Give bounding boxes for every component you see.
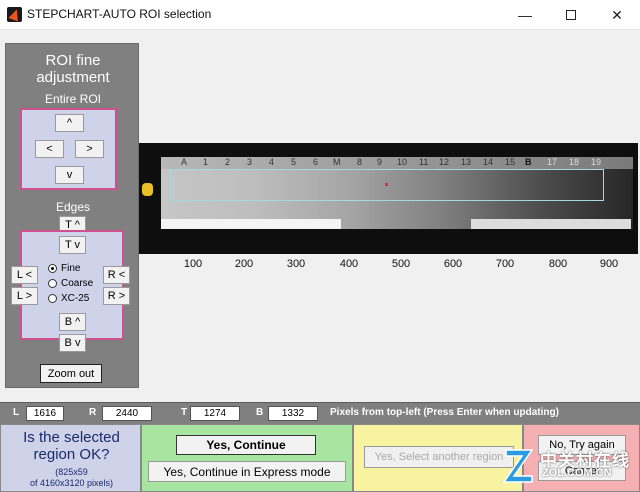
ruler-mark: 11 (419, 157, 429, 167)
bottom-coord-label: B (256, 407, 264, 418)
entire-left-button[interactable]: < (35, 140, 64, 158)
zoom-out-button[interactable]: Zoom out (40, 364, 102, 383)
left-coord-label: L (13, 407, 20, 418)
bottom-edge-down-button[interactable]: B v (59, 334, 86, 352)
close-button[interactable]: ✕ (594, 0, 640, 30)
ruler-mark: 9 (377, 157, 383, 167)
ruler-mark: 8 (357, 157, 363, 167)
axis-tick-label: 100 (183, 258, 203, 270)
question-line1: Is the selected (23, 429, 120, 446)
entire-down-button[interactable]: v (55, 166, 84, 184)
radio-fine-label: Fine (61, 263, 81, 274)
ruler-mark: 14 (483, 157, 494, 167)
question-panel: Is the selected region OK? (825x59 of 41… (0, 424, 141, 492)
right-edge-left-button[interactable]: R < (103, 266, 130, 284)
ruler-mark: 5 (291, 157, 297, 167)
radio-xc25-label: XC-25 (61, 293, 90, 304)
roi-size-line1: (825x59 (55, 467, 88, 477)
entire-roi-box: ^ < > v (20, 108, 117, 190)
window-title: STEPCHART-AUTO ROI selection (27, 7, 212, 21)
title-bar: STEPCHART-AUTO ROI selection — ✕ (0, 0, 640, 30)
entire-up-button[interactable]: ^ (55, 114, 84, 132)
radio-selected-icon (48, 264, 57, 273)
roi-center-marker (385, 183, 388, 186)
ruler-mark: A (181, 157, 188, 167)
axis-tick-label: 300 (286, 258, 306, 270)
ruler-mark: 4 (269, 157, 275, 167)
axis-tick-label: 500 (391, 258, 411, 270)
watermark-en: ZOL.COM.CN (542, 467, 612, 479)
ruler-mark: 19 (591, 157, 602, 167)
select-another-panel: Yes, Select another region (353, 424, 523, 492)
bottom-edge-up-button[interactable]: B ^ (59, 313, 86, 331)
axis-tick-label: 200 (234, 258, 254, 270)
radio-xc25[interactable]: XC-25 (48, 293, 89, 304)
top-edge-down-button[interactable]: T v (59, 236, 86, 254)
chart-ruler: A 1 2 3 4 5 6 M 8 9 10 11 12 13 14 15 B … (161, 157, 633, 169)
image-x-axis: 100 200 300 400 500 600 700 800 900 (139, 258, 638, 278)
select-another-region-button[interactable]: Yes, Select another region (364, 446, 514, 468)
ruler-mark: 6 (313, 157, 319, 167)
axis-tick-label: 900 (599, 258, 619, 270)
ruler-mark: 13 (461, 157, 472, 167)
axis-tick-label: 400 (339, 258, 359, 270)
left-edge-left-button[interactable]: L < (11, 266, 38, 284)
minimize-button[interactable]: — (502, 0, 548, 30)
maximize-button[interactable] (548, 0, 594, 30)
yes-express-button[interactable]: Yes, Continue in Express mode (148, 461, 346, 482)
minimize-icon: — (518, 7, 532, 23)
entire-roi-label: Entire ROI (44, 92, 101, 106)
radio-coarse-label: Coarse (61, 278, 94, 289)
axis-tick-label: 600 (443, 258, 463, 270)
matlab-app-icon (7, 7, 22, 22)
ruler-mark: 18 (569, 157, 580, 167)
right-coord-label: R (89, 407, 97, 418)
radio-unselected-icon (48, 279, 57, 288)
roi-adjust-panel: ROI fine adjustment Entire ROI ^ < > v E… (5, 43, 139, 388)
ruler-mark: 1 (203, 157, 209, 167)
close-icon: ✕ (611, 6, 623, 23)
zol-watermark: 中关村在线 ZOL.COM.CN (500, 442, 640, 488)
roi-size-line2: of 4160x3120 pixels) (29, 478, 114, 488)
left-coord-input[interactable]: 1616 (26, 406, 64, 421)
ruler-mark: 2 (225, 157, 231, 167)
axis-tick-label: 800 (548, 258, 568, 270)
question-line2: region OK? (33, 446, 110, 463)
yes-continue-button[interactable]: Yes, Continue (176, 435, 316, 455)
ruler-mark: 10 (397, 157, 408, 167)
left-edge-right-button[interactable]: L > (11, 287, 38, 305)
ruler-mark: M (333, 157, 341, 167)
ruler-mark: 12 (439, 157, 450, 167)
continue-panel: Yes, Continue Yes, Continue in Express m… (141, 424, 353, 492)
radio-unselected-icon (48, 294, 57, 303)
ruler-mark: 3 (247, 157, 253, 167)
right-coord-input[interactable]: 2440 (102, 406, 152, 421)
ruler-mark: 15 (505, 157, 516, 167)
top-coord-input[interactable]: 1274 (190, 406, 240, 421)
axis-tick-label: 700 (495, 258, 515, 270)
stepchart-image[interactable]: A 1 2 3 4 5 6 M 8 9 10 11 12 13 14 15 B … (139, 143, 638, 254)
target-knob (142, 183, 153, 196)
coordinates-row: L 1616 R 2440 T 1274 B 1332 Pixels from … (0, 402, 640, 424)
radio-fine[interactable]: Fine (48, 263, 80, 274)
maximize-icon (566, 10, 576, 20)
entire-right-button[interactable]: > (75, 140, 104, 158)
bottom-coord-input[interactable]: 1332 (268, 406, 318, 421)
edges-label: Edges (55, 200, 91, 214)
right-edge-right-button[interactable]: R > (103, 287, 130, 305)
zol-logo-icon (502, 449, 534, 483)
chart-bottom-strip (471, 219, 631, 229)
main-area: ROI fine adjustment Entire ROI ^ < > v E… (0, 30, 640, 402)
panel-title-line1: ROI fine (45, 52, 101, 69)
radio-coarse[interactable]: Coarse (48, 278, 93, 289)
top-coord-label: T (181, 407, 188, 418)
chart-bottom-strip (161, 219, 341, 229)
ruler-mark: 17 (547, 157, 558, 167)
coords-hint: Pixels from top-left (Press Enter when u… (330, 407, 559, 418)
panel-title-line2: adjustment (36, 69, 110, 86)
ruler-mark: B (525, 157, 532, 167)
